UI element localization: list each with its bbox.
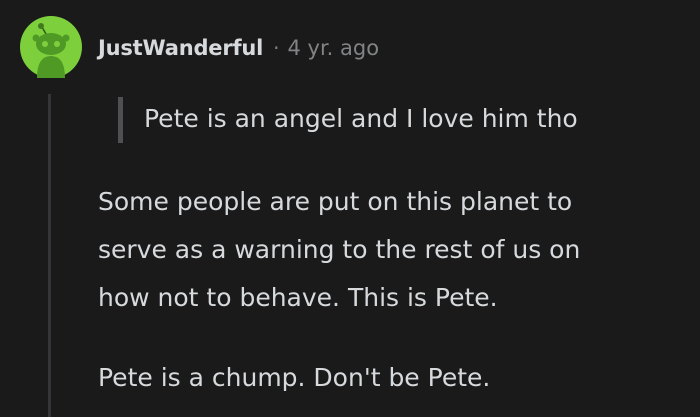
paragraph-line: Pete is a chump. Don't be Pete.	[98, 363, 491, 392]
paragraph-line: Some people are put on this planet to	[98, 187, 573, 216]
user-avatar[interactable]	[20, 16, 82, 78]
comment-paragraph: Pete is a chump. Don't be Pete.	[98, 354, 490, 402]
comment-timestamp[interactable]: 4 yr. ago	[288, 36, 380, 60]
thread-line[interactable]	[48, 94, 51, 417]
author-username[interactable]: JustWanderful	[98, 36, 263, 60]
comment-header: JustWanderful · 4 yr. ago	[98, 32, 379, 64]
meta-separator: ·	[273, 36, 280, 60]
snoo-avatar-icon	[20, 16, 82, 78]
quoted-text: Pete is an angel and I love him tho	[144, 104, 578, 133]
comment-paragraph: Some people are put on this planet to se…	[98, 178, 580, 322]
paragraph-line: how not to behave. This is Pete.	[98, 283, 498, 312]
quote-bar	[118, 97, 123, 143]
comment: JustWanderful · 4 yr. ago Pete is an ang…	[0, 0, 700, 417]
paragraph-line: serve as a warning to the rest of us on	[98, 235, 581, 264]
